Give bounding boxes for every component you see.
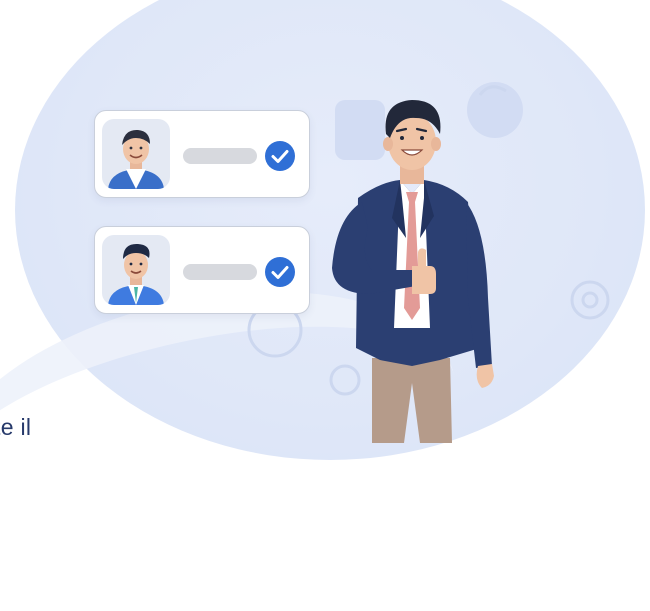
avatar — [102, 119, 170, 189]
cropped-caption-text: te il — [0, 414, 32, 440]
name-placeholder-bar — [183, 148, 257, 164]
name-placeholder-bar — [183, 264, 257, 280]
businessman-thumbs-up-illustration — [332, 100, 494, 443]
man-avatar-icon — [108, 243, 164, 305]
user-card-2 — [94, 226, 310, 314]
avatar — [102, 235, 170, 305]
check-circle-icon — [265, 257, 295, 287]
man-avatar-icon — [108, 129, 164, 189]
user-card-1 — [94, 110, 310, 198]
check-circle-icon — [265, 141, 295, 171]
illustration-scene: te il — [0, 0, 650, 611]
